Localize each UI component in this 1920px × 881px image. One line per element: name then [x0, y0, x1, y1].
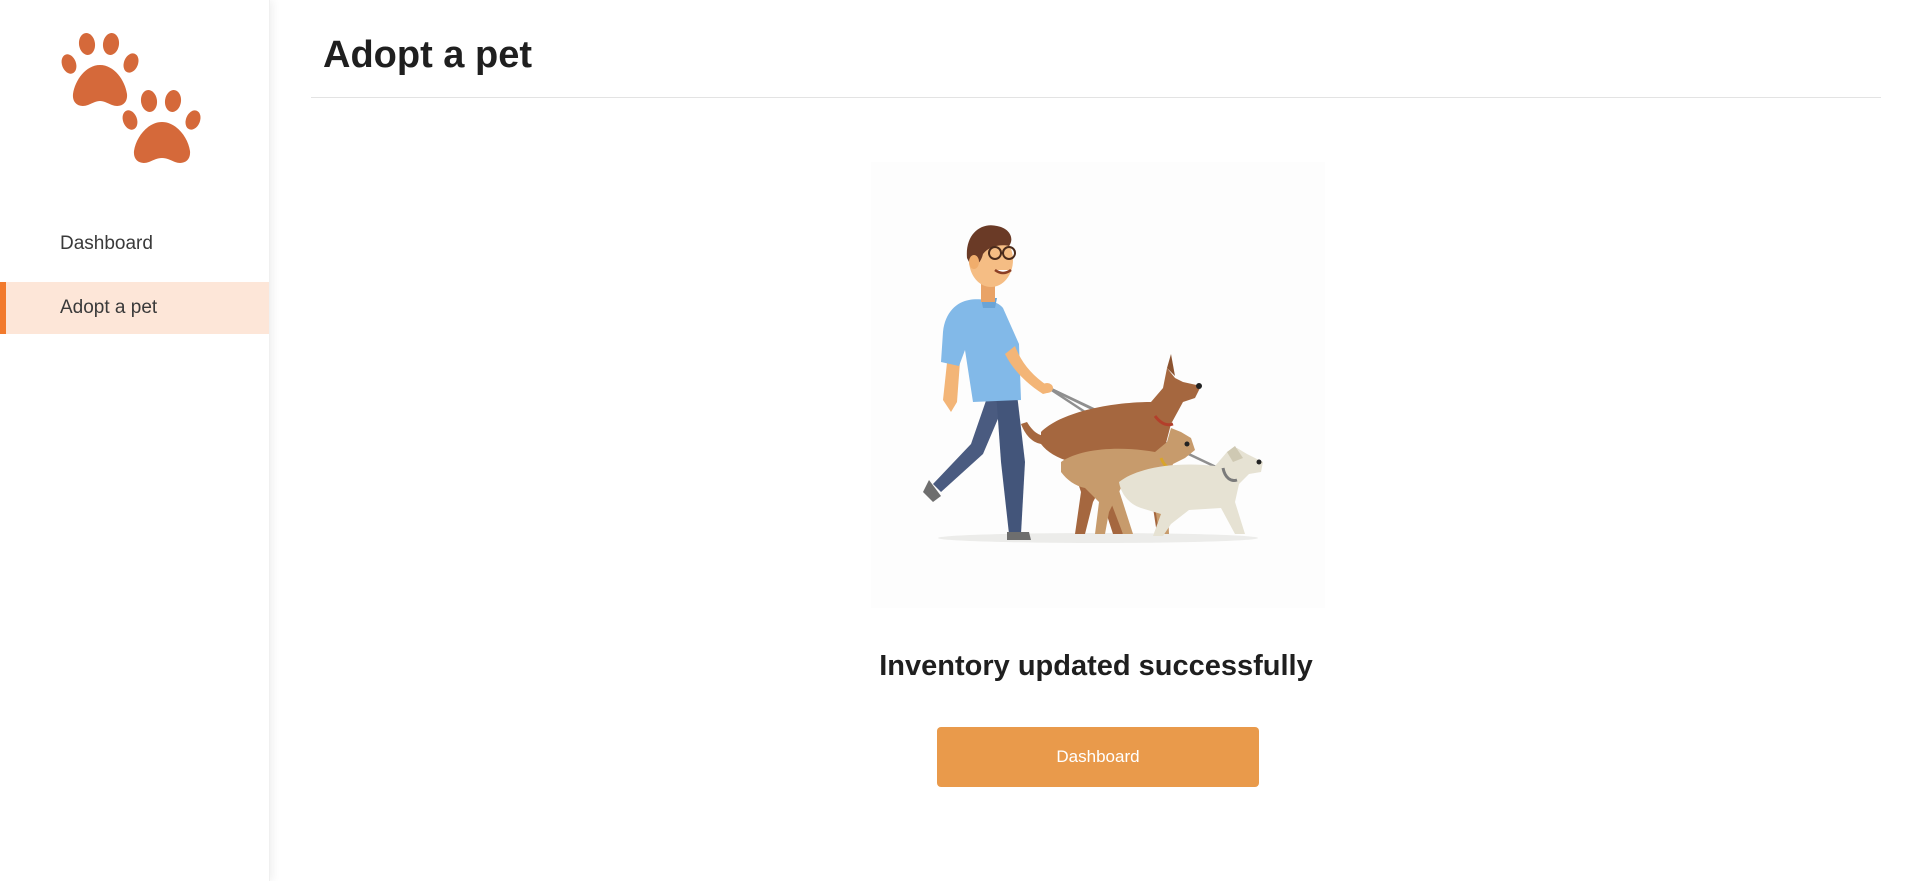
title-divider — [311, 97, 1881, 98]
dashboard-button[interactable]: Dashboard — [937, 727, 1259, 787]
sidebar: Dashboard Adopt a pet — [0, 0, 270, 881]
sidebar-item-adopt-a-pet[interactable]: Adopt a pet — [0, 282, 269, 334]
page-title: Adopt a pet — [323, 34, 532, 76]
app-root: Dashboard Adopt a pet Adopt a pet Invent… — [0, 0, 1920, 881]
sidebar-item-dashboard[interactable]: Dashboard — [0, 218, 269, 270]
paw-prints-icon[interactable] — [60, 28, 210, 173]
man-walking-dogs-illustration — [871, 162, 1325, 608]
main-content: Adopt a pet Inventory updated successful… — [311, 0, 1881, 881]
sidebar-nav: Dashboard Adopt a pet — [0, 218, 269, 334]
sidebar-item-label: Dashboard — [60, 233, 153, 254]
sidebar-item-label: Adopt a pet — [60, 297, 158, 318]
status-message: Inventory updated successfully — [879, 650, 1313, 682]
